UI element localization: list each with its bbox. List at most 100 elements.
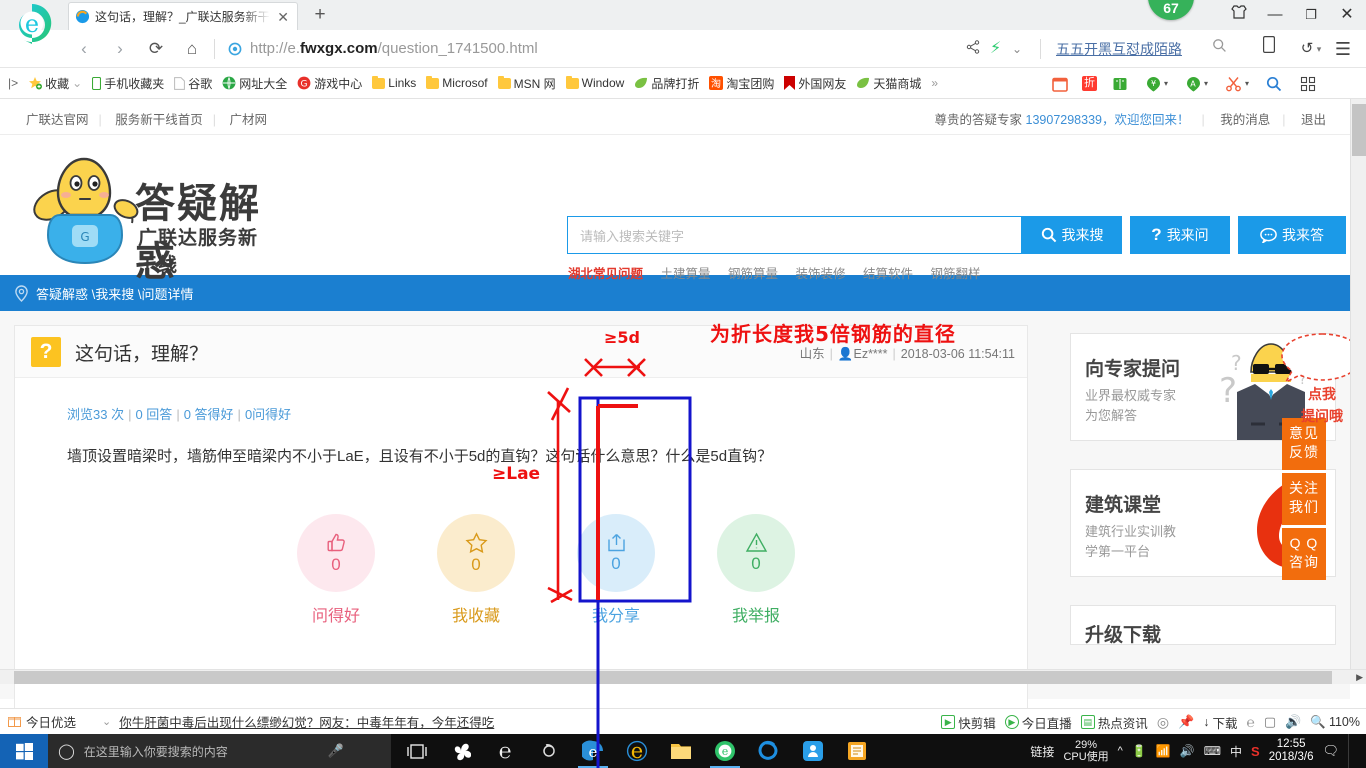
keyboard-icon[interactable]: ⌨: [1204, 744, 1221, 758]
address-hotword[interactable]: 五五开黑互怼成陌路: [1056, 30, 1182, 68]
news-headline[interactable]: 你牛肝菌中毒后出现什么缥缈幻觉？网友：中毒年年有，今年还得吃: [119, 712, 494, 731]
bookmark-item[interactable]: Microsof: [421, 75, 492, 90]
taskbar-app-blue-icon[interactable]: [792, 734, 834, 768]
lightning-icon[interactable]: ⚡: [990, 30, 1001, 68]
tab-close-icon[interactable]: ✕: [275, 10, 291, 24]
taskbar-ie-mono-icon[interactable]: ℮: [484, 734, 526, 768]
toolbar-yen-icon[interactable]: ¥ ▾: [1146, 68, 1168, 99]
download-item[interactable]: ↓ 下载: [1203, 713, 1237, 732]
scroll-right-icon[interactable]: ▶: [1356, 672, 1363, 683]
site-logo[interactable]: G 答疑解惑 广联达服务新干线: [20, 147, 270, 285]
show-desktop-button[interactable]: [1348, 734, 1362, 768]
taskbar-app-fan-icon[interactable]: [440, 734, 482, 768]
tool-quick-edit[interactable]: ▶ 快剪辑: [941, 713, 996, 732]
action-report[interactable]: 0 我举报: [717, 514, 795, 626]
taskbar-360-icon[interactable]: [748, 734, 790, 768]
bookmarks-expand-icon[interactable]: |>: [0, 76, 23, 90]
reload-icon[interactable]: ⟳: [138, 30, 174, 68]
bookmark-item[interactable]: 收藏 ⌄: [23, 75, 87, 92]
bookmark-item[interactable]: 谷歌: [169, 75, 217, 92]
search-button[interactable]: 我来搜: [1022, 216, 1122, 254]
taskbar-spiral-icon[interactable]: [528, 734, 570, 768]
browser-tab[interactable]: 这句话，理解？_广联达服务新干线 ✕: [68, 2, 298, 30]
compass-icon[interactable]: ◎: [1157, 714, 1169, 731]
ask-button[interactable]: ? 我来问: [1130, 216, 1230, 254]
taskbar-search[interactable]: ◯ 在这里输入你要搜索的内容 🎤: [48, 734, 391, 768]
taskbar-browser-green-icon[interactable]: e: [704, 734, 746, 768]
logout-link[interactable]: 退出: [1301, 113, 1326, 127]
chevron-down-icon[interactable]: ⌄: [72, 77, 82, 89]
search-icon[interactable]: [1212, 30, 1227, 68]
bookmark-item[interactable]: MSN 网: [493, 75, 561, 92]
chevron-down-icon[interactable]: ⌄: [102, 715, 111, 728]
side-tab-qq[interactable]: Q Q 咨询: [1282, 528, 1326, 580]
start-button[interactable]: [0, 734, 48, 768]
menu-icon[interactable]: ☰: [1328, 30, 1358, 68]
taskbar-notes-icon[interactable]: [836, 734, 878, 768]
browser-mini-icon[interactable]: ℮: [1246, 714, 1254, 730]
share-icon[interactable]: [966, 30, 980, 68]
shirt-icon[interactable]: [1222, 0, 1256, 30]
hotword-0[interactable]: 湖北常见问题: [568, 267, 643, 281]
toolbar-translate-icon[interactable]: A ▾: [1186, 68, 1208, 99]
toolbar-book-icon[interactable]: [1112, 68, 1128, 99]
cpu-usage[interactable]: 29% CPU使用: [1063, 739, 1108, 763]
answer-button[interactable]: 我来答: [1238, 216, 1346, 254]
bookmark-item[interactable]: 天猫商城: [851, 75, 926, 92]
hotword-1[interactable]: 土建算量: [661, 267, 711, 281]
account-link[interactable]: 13907298339，欢迎您回来！: [1026, 113, 1190, 127]
action-good-question[interactable]: 0 问得好: [297, 514, 375, 626]
taskbar-edge-icon[interactable]: e: [572, 734, 614, 768]
chevron-down-icon[interactable]: ▾: [1314, 30, 1324, 68]
topbar-link-gcw[interactable]: 广材网: [230, 113, 268, 127]
window-close-button[interactable]: ✕: [1330, 0, 1364, 30]
sogou-icon[interactable]: S: [1251, 744, 1260, 759]
toolbar-calendar-icon[interactable]: [1052, 68, 1068, 99]
horizontal-scrollbar-thumb[interactable]: [14, 671, 1332, 684]
taskbar-clock[interactable]: 12:55 2018/3/6: [1269, 738, 1314, 764]
mobile-view-icon[interactable]: [1254, 30, 1284, 68]
site-info-icon[interactable]: [228, 42, 242, 56]
window-icon[interactable]: ▢: [1264, 714, 1276, 730]
side-tab-follow[interactable]: 关注 我们: [1282, 473, 1326, 525]
bookmark-item[interactable]: Links: [367, 75, 421, 90]
topbar-link-home[interactable]: 服务新干线首页: [115, 113, 203, 127]
action-favorite[interactable]: 0 我收藏: [437, 514, 515, 626]
hotword-5[interactable]: 钢筋翻样: [931, 267, 981, 281]
tray-expand-icon[interactable]: ^: [1118, 745, 1123, 757]
window-maximize-button[interactable]: ❐: [1294, 0, 1328, 30]
links-label[interactable]: 链接: [1030, 743, 1054, 760]
back-icon[interactable]: ‹: [66, 30, 102, 68]
taskbar-explorer-icon[interactable]: [660, 734, 702, 768]
hotword-4[interactable]: 结算软件: [863, 267, 913, 281]
microphone-icon[interactable]: 🎤: [328, 743, 344, 759]
ime-indicator[interactable]: 中: [1230, 743, 1242, 760]
bookmarks-overflow-icon[interactable]: »: [926, 76, 943, 90]
battery-icon[interactable]: 🔋: [1132, 744, 1147, 758]
address-bar[interactable]: http://e.fwxgx.com/question_1741500.html: [250, 30, 538, 68]
toolbar-discount-icon[interactable]: 折: [1082, 68, 1097, 99]
bookmark-item[interactable]: G 游戏中心: [292, 75, 367, 92]
news-gift-label[interactable]: 今日优选: [26, 712, 76, 731]
bookmark-item[interactable]: 手机收藏夹: [87, 75, 169, 92]
horizontal-scrollbar[interactable]: ▶: [0, 669, 1366, 684]
bookmark-item[interactable]: Window: [561, 75, 630, 90]
taskbar-ie-icon[interactable]: e: [616, 734, 658, 768]
my-messages-link[interactable]: 我的消息: [1220, 113, 1270, 127]
tool-hot-news[interactable]: ▤ 热点资讯: [1080, 713, 1148, 732]
search-input[interactable]: 请输入搜索关键字: [567, 216, 1022, 254]
home-icon[interactable]: ⌂: [174, 30, 210, 68]
tool-live-today[interactable]: ▶ 今日直播: [1004, 713, 1072, 732]
pin-icon[interactable]: 📌: [1178, 714, 1194, 730]
vertical-scrollbar-thumb[interactable]: [1352, 104, 1366, 156]
toolbar-grid-icon[interactable]: [1300, 68, 1316, 99]
bookmark-item[interactable]: 淘 淘宝团购: [704, 75, 779, 92]
action-center-icon[interactable]: 🗨: [1322, 743, 1339, 759]
task-view-icon[interactable]: [396, 734, 438, 768]
bookmark-item[interactable]: 品牌打折: [629, 75, 704, 92]
forward-icon[interactable]: ›: [102, 30, 138, 68]
toolbar-search-icon[interactable]: [1266, 68, 1282, 99]
zoom-level[interactable]: 🔍 110%: [1310, 715, 1360, 730]
hotword-3[interactable]: 装饰装修: [796, 267, 846, 281]
bookmark-item[interactable]: 外国网友: [779, 75, 851, 92]
